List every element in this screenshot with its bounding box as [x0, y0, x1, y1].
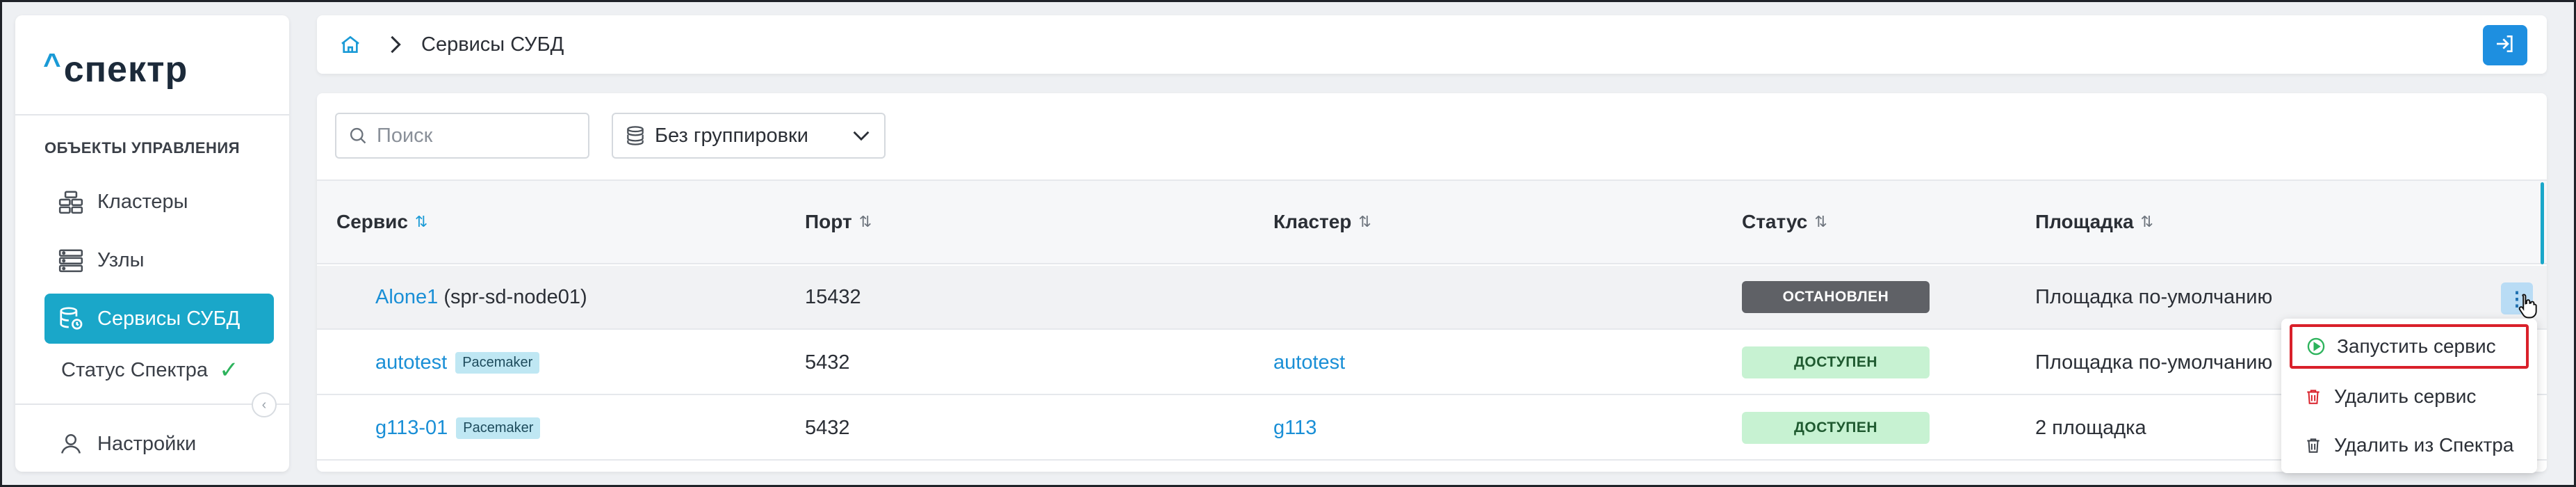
column-header-label: Статус	[1742, 211, 1808, 232]
logo-caret: ^	[43, 47, 61, 81]
site-cell: Площадка по-умолчанию	[2035, 351, 2273, 374]
pacemaker-tag: Pacemaker	[456, 417, 541, 439]
status-badge: ДОСТУПЕН	[1742, 412, 1930, 444]
sidebar-item-db-services[interactable]: Сервисы СУБД	[44, 294, 274, 344]
user-icon	[56, 429, 86, 459]
service-link[interactable]: autotest	[375, 351, 447, 374]
search-input[interactable]	[377, 124, 585, 147]
row-context-menu: Запустить сервис Удалить сервис Удалить …	[2281, 319, 2537, 473]
layers-icon	[623, 123, 648, 148]
sort-icon[interactable]: ⇅	[415, 213, 427, 231]
trash-icon	[2302, 385, 2324, 408]
sidebar-item-label: Сервисы СУБД	[97, 307, 241, 330]
database-service-icon	[56, 303, 86, 334]
remove-from-spectrum-menu-item[interactable]: Удалить из Спектра	[2290, 423, 2529, 468]
sidebar-section-title: ОБЪЕКТЫ УПРАВЛЕНИЯ	[44, 139, 241, 157]
sidebar-divider	[15, 114, 289, 115]
sidebar-item-label: Узлы	[97, 248, 145, 271]
chevron-down-icon	[851, 130, 872, 141]
check-icon: ✓	[219, 357, 239, 383]
cluster-cell: g113	[1273, 397, 1316, 459]
pacemaker-tag: Pacemaker	[455, 351, 540, 374]
menu-item-label: Запустить сервис	[2337, 335, 2496, 357]
status-cell: ДОСТУПЕН	[1742, 331, 1930, 394]
sidebar-divider	[15, 404, 289, 405]
service-cell: g113-01 Pacemaker	[375, 397, 541, 459]
status-cell: ДОСТУПЕН	[1742, 397, 1930, 459]
login-arrow-icon	[2494, 33, 2516, 58]
menu-item-label: Удалить сервис	[2334, 385, 2477, 407]
toolbar: Без группировки	[317, 93, 2547, 179]
sidebar-item-settings[interactable]: Настройки	[44, 419, 274, 469]
menu-item-label: Удалить из Спектра	[2334, 434, 2514, 456]
cluster-link[interactable]: autotest	[1273, 351, 1345, 374]
servers-icon	[56, 245, 86, 276]
clusters-icon	[56, 186, 86, 217]
port-cell: 15432	[805, 285, 861, 308]
status-badge: ОСТАНОВЛЕН	[1742, 281, 1930, 313]
sidebar-item-nodes[interactable]: Узлы	[44, 235, 274, 285]
status-badge: ДОСТУПЕН	[1742, 346, 1930, 378]
chevron-left-icon: ‹	[261, 397, 267, 413]
column-header-status[interactable]: Статус ⇅	[1742, 181, 1827, 263]
cluster-link[interactable]: g113	[1273, 417, 1316, 440]
play-circle-icon	[2305, 335, 2327, 358]
service-cell: Alone1 (spr-sd-node01)	[375, 266, 587, 328]
column-header-service[interactable]: Сервис ⇅	[336, 181, 427, 263]
start-service-menu-item[interactable]: Запустить сервис	[2290, 324, 2529, 369]
site-cell: Площадка по-умолчанию	[2035, 285, 2273, 308]
delete-service-menu-item[interactable]: Удалить сервис	[2290, 374, 2529, 419]
table-header: Сервис ⇅ Порт ⇅ Кластер ⇅ Статус ⇅ Площа…	[317, 179, 2547, 264]
search-field[interactable]	[335, 113, 589, 159]
search-icon	[346, 124, 370, 147]
cluster-cell: autotest	[1273, 331, 1345, 394]
status-cell: ОСТАНОВЛЕН	[1742, 266, 1930, 328]
service-cell: autotest Pacemaker	[375, 331, 540, 394]
column-header-cluster[interactable]: Кластер ⇅	[1273, 181, 1371, 263]
trash-icon	[2302, 434, 2324, 456]
port-cell: 5432	[805, 416, 850, 439]
site-cell: 2 площадка	[2035, 416, 2146, 439]
sidebar: ^ спектр ОБЪЕКТЫ УПРАВЛЕНИЯ Кластеры Узл…	[15, 15, 289, 472]
top-header: Сервисы СУБД	[317, 15, 2547, 74]
logo[interactable]: ^ спектр	[43, 42, 188, 97]
column-header-site[interactable]: Площадка ⇅	[2035, 181, 2153, 263]
column-header-label: Кластер	[1273, 211, 1352, 232]
column-header-label: Площадка	[2035, 211, 2134, 232]
spectrum-status[interactable]: Статус Спектра ✓	[61, 356, 239, 384]
collapse-sidebar-button[interactable]: ‹	[252, 392, 277, 417]
column-header-port[interactable]: Порт ⇅	[805, 181, 872, 263]
breadcrumb-current: Сервисы СУБД	[421, 33, 564, 56]
logo-word: спектр	[63, 49, 188, 90]
sort-icon[interactable]: ⇅	[859, 213, 872, 231]
service-link[interactable]: Alone1	[375, 286, 438, 309]
grouping-select[interactable]: Без группировки	[612, 113, 886, 159]
hand-cursor-icon	[2518, 292, 2538, 320]
spectrum-status-label: Статус Спектра	[61, 358, 209, 381]
home-icon[interactable]	[336, 31, 364, 58]
scrollbar[interactable]	[2541, 182, 2544, 264]
sidebar-item-label: Настройки	[97, 432, 197, 455]
login-button[interactable]	[2483, 25, 2527, 65]
services-panel: Без группировки Сервис ⇅ Порт ⇅ Кластер …	[317, 93, 2547, 472]
service-host: (spr-sd-node01)	[443, 285, 587, 308]
service-link[interactable]: g113-01	[375, 417, 448, 440]
grouping-select-value: Без группировки	[655, 124, 808, 147]
column-header-label: Порт	[805, 211, 852, 232]
sort-icon[interactable]: ⇅	[2141, 213, 2153, 231]
column-header-label: Сервис	[336, 211, 408, 232]
table-row[interactable]: autotest Pacemaker 5432 autotest ДОСТУПЕ…	[317, 331, 2547, 395]
sidebar-item-label: Кластеры	[97, 190, 188, 213]
sort-icon[interactable]: ⇅	[1358, 213, 1371, 231]
sidebar-item-clusters[interactable]: Кластеры	[44, 177, 274, 227]
sort-icon[interactable]: ⇅	[1814, 213, 1827, 231]
table-row[interactable]: Alone1 (spr-sd-node01) 15432 ОСТАНОВЛЕН …	[317, 266, 2547, 330]
port-cell: 5432	[805, 351, 850, 374]
chevron-right-icon	[385, 31, 406, 58]
table-row[interactable]: g113-01 Pacemaker 5432 g113 ДОСТУПЕН 2 п…	[317, 397, 2547, 461]
